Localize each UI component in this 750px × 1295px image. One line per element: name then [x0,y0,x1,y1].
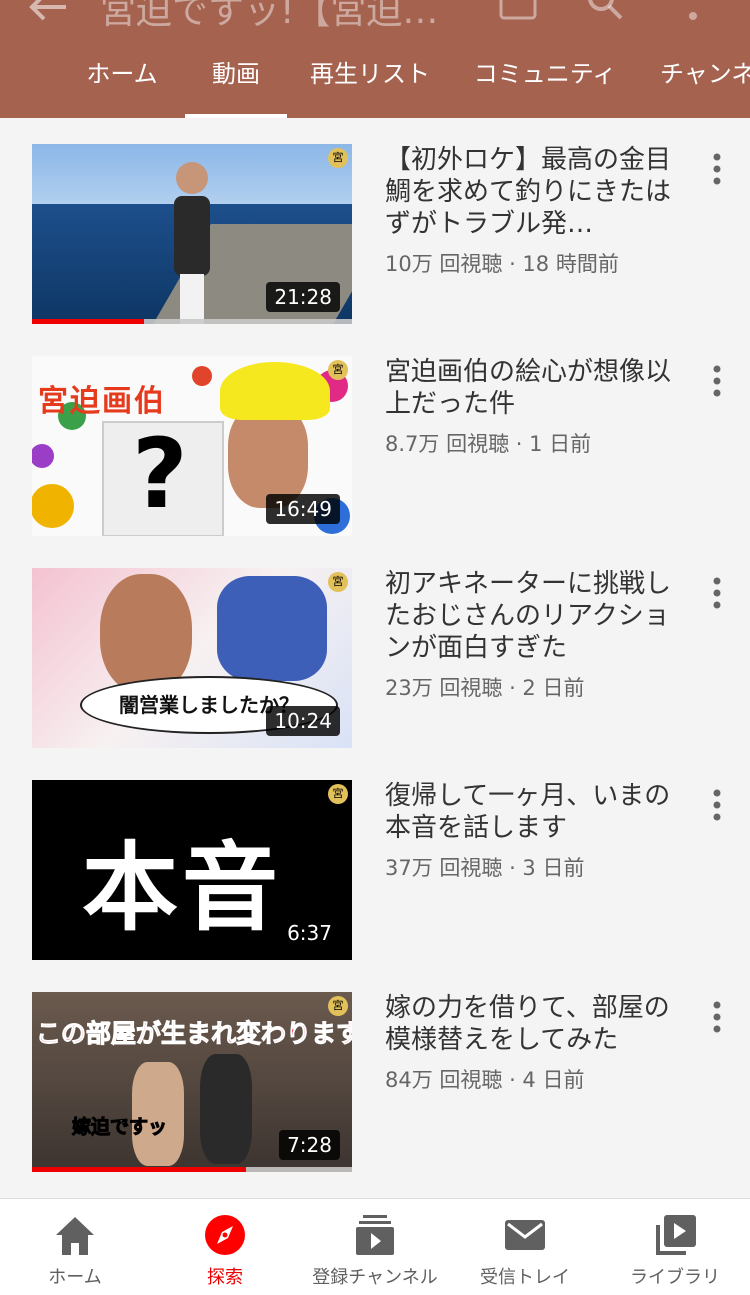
arrow-back-icon[interactable] [28,0,68,22]
channel-badge: 宮 [328,148,348,168]
more-vert-icon[interactable] [710,788,724,822]
video-item[interactable]: 本音 宮 6:37 復帰して一ヶ月、いまの本音を話します 37万 回視聴 · 3… [0,766,750,978]
more-vert-icon[interactable] [710,576,724,610]
bottom-navigation: ホーム 探索 登録チャンネル 受信トレイ ライブラリ [0,1198,750,1295]
tab-community[interactable]: コミュニティ [470,46,620,118]
video-meta: 37万 回視聴 · 3 日前 [385,856,585,880]
tab-videos[interactable]: 動画 [185,46,287,118]
thumbnail-person [200,1054,252,1164]
more-vert-icon[interactable] [710,1000,724,1034]
tab-playlists[interactable]: 再生リスト [300,46,440,118]
video-title[interactable]: 宮迫画伯の絵心が想像以上だった件 [385,356,675,420]
more-vert-icon[interactable] [710,152,724,186]
video-thumbnail[interactable]: 闇営業しましたか？ 宮 10:24 [32,568,352,748]
video-thumbnail[interactable]: 本音 宮 6:37 [32,780,352,960]
video-duration: 6:37 [279,918,340,948]
nav-library[interactable]: ライブラリ [600,1199,750,1295]
question-mark: ? [132,418,188,530]
home-icon [56,1217,94,1255]
thumbnail-label: 嫁迫ですッ [71,1116,168,1139]
more-vert-icon[interactable] [710,364,724,398]
video-title[interactable]: 復帰して一ヶ月、いまの本音を話します [385,780,675,844]
channel-title: 宮迫ですッ!【宮迫… [100,0,439,32]
watch-progress-bar [32,319,144,324]
video-duration: 21:28 [266,282,340,312]
genie-illustration [217,576,327,681]
tab-home[interactable]: ホーム [70,46,174,118]
video-meta: 23万 回視聴 · 2 日前 [385,676,585,700]
thumbnail-person [174,162,210,324]
more-vert-icon[interactable] [686,0,700,22]
channel-tabs: ホーム 動画 再生リスト コミュニティ チャンネル [0,46,750,118]
nav-explore[interactable]: 探索 [150,1199,300,1295]
video-title[interactable]: 嫁の力を借りて、部屋の模様替えをしてみた [385,992,675,1056]
nav-home[interactable]: ホーム [0,1199,150,1295]
nav-label: 登録チャンネル [312,1267,438,1288]
thumbnail-text: 宮迫画伯 [38,384,166,419]
nav-label: 受信トレイ [480,1267,570,1288]
library-icon [656,1215,696,1255]
video-item[interactable]: この部屋が生まれ変わります 嫁迫ですッ 宮 7:28 嫁の力を借りて、部屋の模様… [0,978,750,1190]
channel-badge: 宮 [328,360,348,380]
video-thumbnail[interactable]: この部屋が生まれ変わります 嫁迫ですッ 宮 7:28 [32,992,352,1172]
cast-icon[interactable] [495,0,539,22]
video-duration: 10:24 [266,706,340,736]
video-thumbnail[interactable]: ? 宮迫画伯 宮 16:49 [32,356,352,536]
channel-badge: 宮 [328,572,348,592]
search-icon[interactable] [585,0,625,24]
video-title[interactable]: 【初外ロケ】最高の金目鯛を求めて釣りにきたはずがトラブル発… [385,144,675,240]
nav-subscriptions[interactable]: 登録チャンネル [300,1199,450,1295]
video-title[interactable]: 初アキネーターに挑戦したおじさんのリアクションが面白すぎた [385,568,675,664]
video-meta: 8.7万 回視聴 · 1 日前 [385,432,592,456]
nav-label: 探索 [207,1267,243,1288]
video-duration: 16:49 [266,494,340,524]
nav-label: ライブラリ [630,1267,720,1288]
thumbnail-text: この部屋が生まれ変わります [35,1019,352,1049]
video-item[interactable]: 宮 21:28 【初外ロケ】最高の金目鯛を求めて釣りにきたはずがトラブル発… 1… [0,130,750,342]
video-item[interactable]: 闇営業しましたか？ 宮 10:24 初アキネーターに挑戦したおじさんのリアクショ… [0,554,750,766]
video-meta: 10万 回視聴 · 18 時間前 [385,252,619,276]
channel-header: 宮迫ですッ!【宮迫… ホーム 動画 再生リスト コミュニティ チャンネル [0,0,750,118]
nav-inbox[interactable]: 受信トレイ [450,1199,600,1295]
top-app-bar: 宮迫ですッ!【宮迫… [0,0,750,32]
video-item[interactable]: ? 宮迫画伯 宮 16:49 宮迫画伯の絵心が想像以上だった件 8.7万 回視聴… [0,342,750,554]
video-duration: 7:28 [279,1130,340,1160]
inbox-icon [505,1220,545,1250]
channel-badge: 宮 [328,784,348,804]
video-thumbnail[interactable]: 宮 21:28 [32,144,352,324]
tab-channel[interactable]: チャンネル [660,46,750,118]
video-meta: 84万 回視聴 · 4 日前 [385,1068,585,1092]
explore-icon [205,1215,245,1255]
watch-progress-bar [32,1167,247,1172]
channel-badge: 宮 [328,996,348,1016]
nav-label: ホーム [48,1267,102,1288]
yellow-hat [220,362,330,420]
subscriptions-icon [356,1215,394,1255]
